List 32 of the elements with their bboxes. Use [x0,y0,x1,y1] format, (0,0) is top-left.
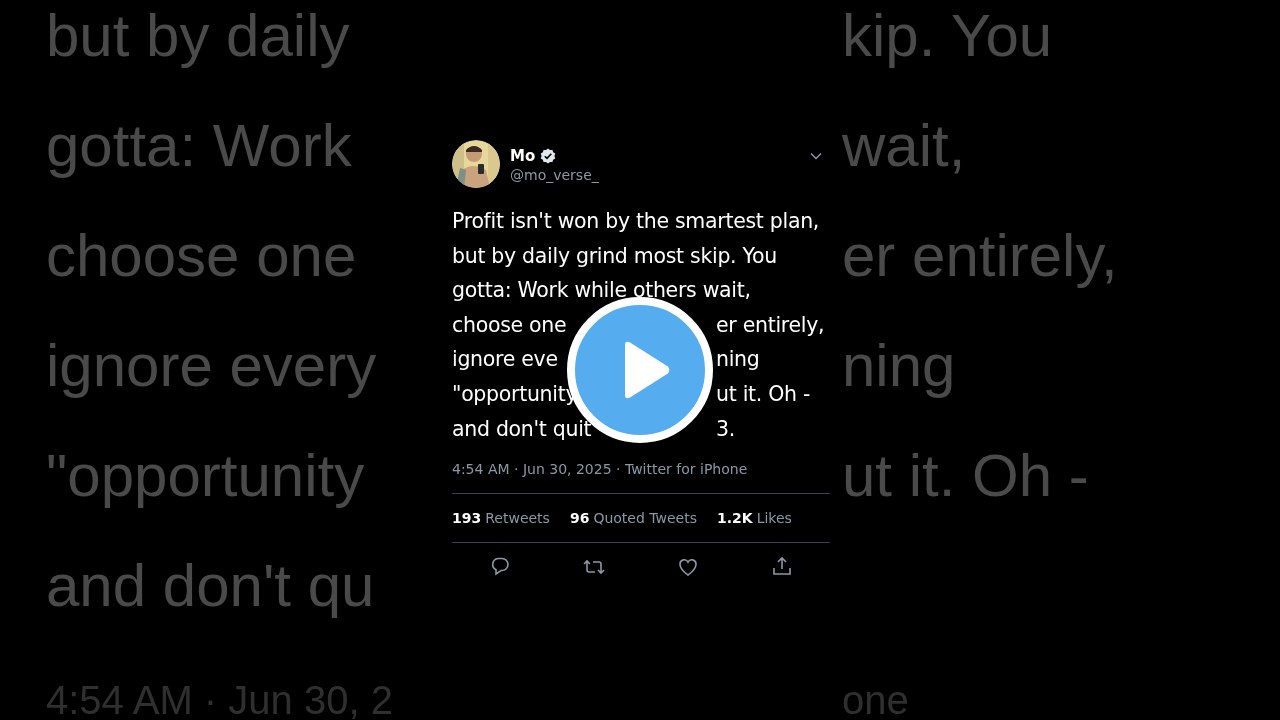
background-text: and don't qu [46,550,375,620]
background-text: ning [842,330,956,400]
background-text: ignore every [46,330,377,400]
author-name: Mo [510,147,536,165]
tweet-text: Profit isn't won by the smartest plan, [452,208,820,235]
background-text: choose one [46,220,357,290]
background-text: kip. You [842,0,1053,70]
stat-label: Quoted Tweets [593,510,697,527]
tweet-text: er entirely, [716,311,825,339]
tweet-text: gotta: Work while others wait, [452,277,751,305]
stat-label: Likes [756,510,792,527]
author-handle: @mo_verse_ [510,167,600,183]
tweet-text: choose one [452,311,567,339]
tweet-timestamp: 4:54 AM · Jun 30, 2025 · Twitter for iPhone [452,461,830,495]
background-text: wait, [842,110,966,180]
background-text: gotta: Work [46,110,352,180]
background-text: "opportunity [46,440,365,510]
tweet-text: 3. [716,415,735,443]
tweet-text: and don't quit [452,415,592,443]
tweet-text: ignore eve [452,346,558,374]
stat-count: 193 [452,510,482,527]
stat-count: 96 [569,510,590,527]
share-button[interactable] [770,555,794,578]
stat-count: 1.2K [717,510,753,527]
background-text: but by daily [46,0,350,70]
tweet-text: ut it. Oh - [716,380,811,408]
background-text: er entirely, [842,220,1118,290]
stat-label: Retweets [485,510,550,527]
tweet-text: ning [716,346,760,374]
background-text: ut it. Oh - [842,440,1089,510]
tweet-text: but by daily grind most skip. You [452,242,777,270]
share-icon [770,555,794,578]
